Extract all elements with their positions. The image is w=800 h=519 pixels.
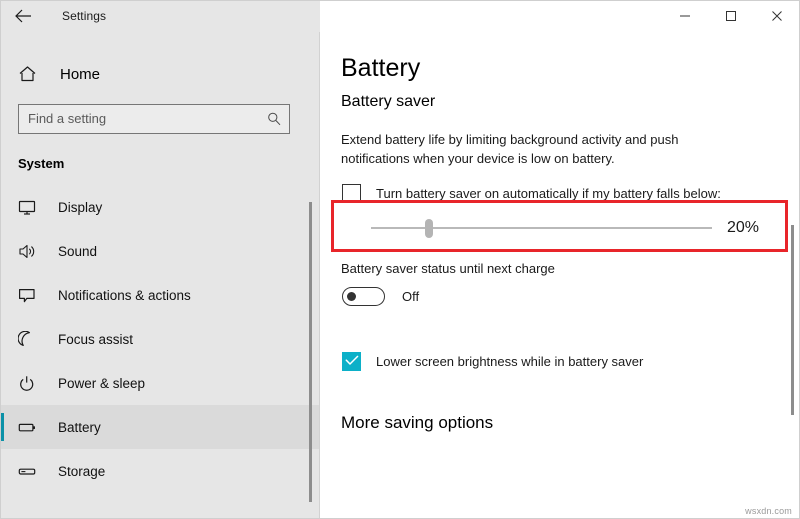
- checkmark-icon: [345, 353, 359, 371]
- main-content: Battery Battery saver Extend battery lif…: [320, 32, 800, 519]
- chat-bubble-icon: [18, 287, 40, 304]
- auto-battery-saver-label: Turn battery saver on automatically if m…: [376, 186, 721, 201]
- sidebar-item-power-sleep[interactable]: Power & sleep: [0, 361, 320, 405]
- close-button[interactable]: [754, 0, 800, 32]
- toggle-state-label: Off: [402, 289, 419, 304]
- slider-thumb[interactable]: [425, 219, 433, 238]
- moon-icon: [18, 331, 40, 348]
- section-description: Extend battery life by limiting backgrou…: [341, 130, 741, 168]
- battery-icon: [18, 419, 40, 436]
- sidebar-section-header: System: [0, 156, 320, 171]
- back-arrow-icon: [15, 9, 32, 23]
- search-box[interactable]: [18, 104, 290, 134]
- slider-value-label: 20%: [727, 219, 759, 237]
- lower-brightness-checkbox[interactable]: [342, 352, 361, 371]
- sidebar-item-notifications[interactable]: Notifications & actions: [0, 273, 320, 317]
- sidebar-item-label: Notifications & actions: [58, 288, 191, 303]
- minimize-icon: [679, 10, 691, 22]
- maximize-button[interactable]: [708, 0, 754, 32]
- title-bar-left: Settings: [0, 0, 106, 32]
- window-title: Settings: [62, 9, 106, 23]
- toggle-knob: [347, 292, 356, 301]
- threshold-slider-row: 20%: [371, 217, 800, 239]
- sidebar-item-focus-assist[interactable]: Focus assist: [0, 317, 320, 361]
- close-icon: [771, 10, 783, 22]
- sidebar-item-sound[interactable]: Sound: [0, 229, 320, 273]
- sidebar-item-label: Battery: [58, 420, 101, 435]
- minimize-button[interactable]: [662, 0, 708, 32]
- sidebar-item-label: Focus assist: [58, 332, 133, 347]
- speaker-icon: [18, 243, 40, 260]
- slider-track: [371, 227, 712, 229]
- more-saving-options-title: More saving options: [341, 413, 800, 433]
- search-icon[interactable]: [267, 112, 281, 126]
- battery-saver-status-toggle-row: Off: [342, 287, 800, 306]
- section-title-battery-saver: Battery saver: [341, 93, 800, 111]
- lower-brightness-checkbox-row[interactable]: Lower screen brightness while in battery…: [342, 352, 800, 371]
- battery-threshold-slider[interactable]: [371, 217, 712, 239]
- power-icon: [18, 375, 40, 392]
- lower-brightness-label: Lower screen brightness while in battery…: [376, 354, 643, 369]
- sidebar: Home System: [0, 32, 320, 519]
- back-button[interactable]: [0, 0, 46, 32]
- window-controls: [662, 0, 800, 32]
- sidebar-item-label: Storage: [58, 464, 105, 479]
- battery-saver-status-label: Battery saver status until next charge: [341, 261, 800, 276]
- settings-window: Settings: [0, 0, 800, 519]
- sidebar-scrollbar-thumb[interactable]: [309, 202, 312, 502]
- title-bar-spacer: [106, 0, 662, 32]
- sidebar-item-battery[interactable]: Battery: [0, 405, 320, 449]
- storage-icon: [18, 463, 40, 480]
- main-scrollbar-thumb[interactable]: [791, 225, 794, 415]
- sidebar-item-label: Display: [58, 200, 102, 215]
- home-icon: [18, 65, 42, 83]
- sidebar-nav-list: Display Sound: [0, 185, 320, 493]
- selection-accent-bar: [0, 413, 4, 441]
- page-title: Battery: [341, 54, 800, 83]
- sidebar-item-label: Power & sleep: [58, 376, 145, 391]
- sidebar-item-label: Sound: [58, 244, 97, 259]
- sidebar-item-storage[interactable]: Storage: [0, 449, 320, 493]
- title-bar: Settings: [0, 0, 800, 32]
- home-label: Home: [60, 66, 100, 83]
- watermark: wsxdn.com: [745, 506, 792, 516]
- monitor-icon: [18, 199, 40, 216]
- auto-battery-saver-checkbox[interactable]: [342, 184, 361, 203]
- search-input[interactable]: [19, 106, 289, 132]
- sidebar-item-home[interactable]: Home: [0, 56, 320, 92]
- maximize-icon: [725, 10, 737, 22]
- sidebar-item-display[interactable]: Display: [0, 185, 320, 229]
- battery-saver-status-toggle[interactable]: [342, 287, 385, 306]
- auto-battery-saver-checkbox-row[interactable]: Turn battery saver on automatically if m…: [342, 184, 800, 203]
